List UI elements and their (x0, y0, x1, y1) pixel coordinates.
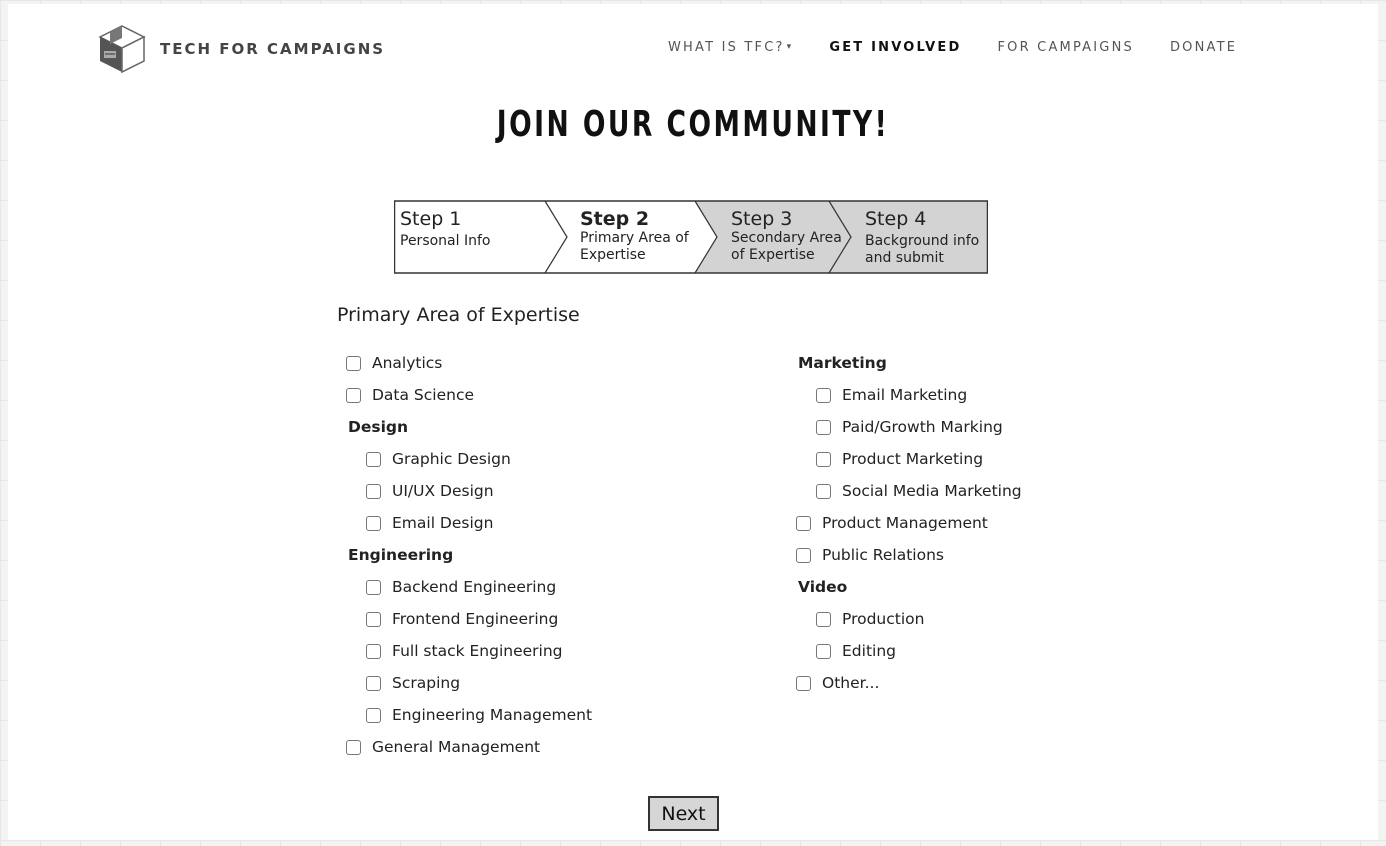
progress-stepper: Step 1 Personal Info Step 2 Primary Area… (394, 200, 988, 274)
option-label: Frontend Engineering (392, 610, 559, 628)
option-full-stack-engineering[interactable]: Full stack Engineering (346, 635, 592, 667)
page: TECH FOR CAMPAIGNS WHAT IS TFC? ▾ GET INV… (8, 4, 1378, 840)
checkbox[interactable] (366, 483, 381, 499)
option-label: Backend Engineering (392, 578, 557, 596)
checkbox[interactable] (816, 387, 831, 403)
group-heading-video: Video (798, 578, 848, 596)
step-label-line-1: Secondary Area (731, 230, 842, 246)
expertise-column-left: Analytics Data Science Design Graphic Desig… (346, 347, 592, 763)
option-label: Engineering Management (392, 706, 593, 724)
step-label-line-1: Primary Area of (580, 230, 689, 246)
step-label-line-2: of Expertise (731, 247, 815, 263)
group-heading-engineering: Engineering (348, 546, 454, 564)
checkbox[interactable] (796, 675, 811, 691)
option-graphic-design[interactable]: Graphic Design (346, 443, 592, 475)
option-analytics[interactable]: Analytics (346, 347, 592, 379)
section-title: Primary Area of Expertise (337, 304, 580, 326)
option-public-relations[interactable]: Public Relations (796, 539, 1022, 571)
option-label: General Management (372, 738, 541, 756)
nav-for-campaigns[interactable]: FOR CAMPAIGNS (998, 40, 1134, 55)
checkbox[interactable] (816, 419, 831, 435)
option-email-design[interactable]: Email Design (346, 507, 592, 539)
checkbox[interactable] (366, 643, 381, 659)
option-label: Product Marketing (842, 450, 984, 468)
step-label: Personal Info (400, 233, 491, 249)
checkbox[interactable] (816, 483, 831, 499)
option-label: Email Marketing (842, 386, 968, 404)
checkbox[interactable] (366, 579, 381, 595)
checkbox[interactable] (346, 387, 361, 403)
option-product-marketing[interactable]: Product Marketing (796, 443, 1022, 475)
step-2[interactable]: Step 2 Primary Area of Expertise (580, 208, 689, 264)
option-production[interactable]: Production (796, 603, 1022, 635)
option-general-management[interactable]: General Management (346, 731, 592, 763)
checkbox[interactable] (346, 355, 361, 371)
nav-donate[interactable]: DONATE (1170, 40, 1237, 55)
checkbox[interactable] (816, 643, 831, 659)
checkbox[interactable] (366, 707, 381, 723)
checkbox[interactable] (366, 451, 381, 467)
option-label: Editing (842, 642, 896, 660)
step-number: Step 3 (731, 208, 793, 230)
brand-name: TECH FOR CAMPAIGNS (160, 40, 386, 58)
option-frontend-engineering[interactable]: Frontend Engineering (346, 603, 592, 635)
group-heading-marketing: Marketing (798, 354, 887, 372)
checkbox[interactable] (366, 515, 381, 531)
step-number: Step 2 (580, 208, 650, 230)
expertise-column-right: Marketing Email Marketing Paid/Growth Mark… (796, 347, 1022, 699)
option-label: Email Design (392, 514, 494, 532)
option-label: Production (842, 610, 925, 628)
option-engineering-management[interactable]: Engineering Management (346, 699, 592, 731)
nav-get-involved[interactable]: GET INVOLVED (829, 40, 961, 55)
option-email-marketing[interactable]: Email Marketing (796, 379, 1022, 411)
checkbox[interactable] (796, 547, 811, 563)
step-label-line-1: Background info (865, 233, 980, 249)
option-label: Paid/Growth Marking (842, 418, 1003, 436)
step-4[interactable]: Step 4 Background info and submit (865, 208, 979, 267)
option-product-management[interactable]: Product Management (796, 507, 1022, 539)
checkbox[interactable] (366, 611, 381, 627)
step-3[interactable]: Step 3 Secondary Area of Expertise (731, 208, 842, 264)
step-number: Step 4 (865, 208, 927, 230)
checkbox[interactable] (796, 515, 811, 531)
step-divider-1 (544, 200, 568, 274)
option-label: Full stack Engineering (392, 642, 563, 660)
checkbox[interactable] (346, 739, 361, 755)
option-paid-growth-marking[interactable]: Paid/Growth Marking (796, 411, 1022, 443)
option-label: Analytics (372, 354, 443, 372)
chevron-down-icon: ▾ (786, 42, 794, 52)
nav-label: WHAT IS TFC? (668, 40, 785, 55)
next-button[interactable]: Next (648, 796, 719, 831)
option-data-science[interactable]: Data Science (346, 379, 592, 411)
option-backend-engineering[interactable]: Backend Engineering (346, 571, 592, 603)
option-label: Other... (822, 674, 880, 692)
option-editing[interactable]: Editing (796, 635, 1022, 667)
nav-what-is-tfc[interactable]: WHAT IS TFC? ▾ (668, 40, 793, 55)
checkbox[interactable] (366, 675, 381, 691)
option-ui-ux-design[interactable]: UI/UX Design (346, 475, 592, 507)
step-label-line-2: Expertise (580, 247, 646, 263)
option-label: Social Media Marketing (842, 482, 1022, 500)
checkbox[interactable] (816, 451, 831, 467)
option-label: Data Science (372, 386, 475, 404)
option-label: Product Management (822, 514, 988, 532)
group-heading-design: Design (348, 418, 409, 436)
option-other[interactable]: Other... (796, 667, 1022, 699)
option-social-media-marketing[interactable]: Social Media Marketing (796, 475, 1022, 507)
option-label: Public Relations (822, 546, 944, 564)
step-1[interactable]: Step 1 Personal Info (400, 208, 490, 250)
option-label: UI/UX Design (392, 482, 494, 500)
cube-logo-icon (98, 25, 146, 74)
main-nav: WHAT IS TFC? ▾ GET INVOLVED FOR CAMPAIGNS… (668, 40, 1237, 55)
step-number: Step 1 (400, 208, 462, 230)
option-label: Graphic Design (392, 450, 511, 468)
option-label: Scraping (392, 674, 461, 692)
brand-logo[interactable]: TECH FOR CAMPAIGNS (96, 24, 385, 74)
checkbox[interactable] (816, 611, 831, 627)
page-title: JOIN OUR COMMUNITY! (496, 104, 890, 145)
option-scraping[interactable]: Scraping (346, 667, 592, 699)
step-label-line-2: and submit (865, 250, 944, 266)
